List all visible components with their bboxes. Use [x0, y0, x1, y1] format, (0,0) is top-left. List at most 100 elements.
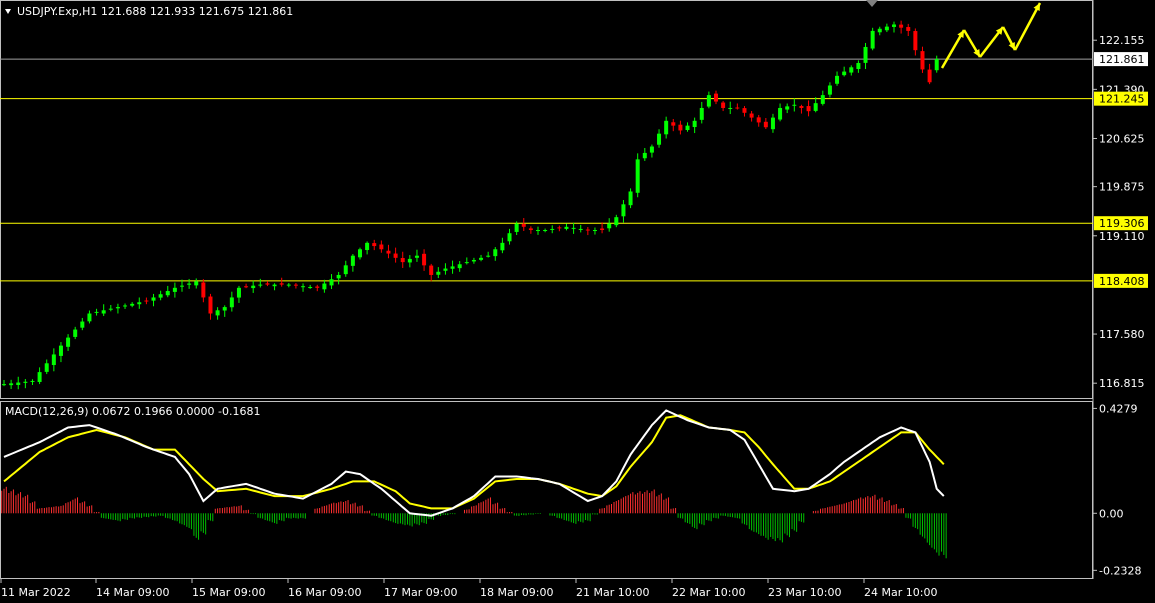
bull-candle	[778, 107, 783, 120]
bull-candle	[536, 230, 540, 232]
bull-candle	[550, 228, 555, 230]
bull-candle	[436, 271, 441, 275]
bull-candle	[80, 321, 85, 328]
price-tick-label: 120.625	[1099, 132, 1145, 145]
bear-candle	[379, 244, 384, 250]
bull-candle	[137, 302, 142, 305]
bear-candle	[521, 223, 526, 227]
time-tick-label: 17 Mar 09:00	[384, 586, 457, 599]
bear-candle	[742, 108, 747, 113]
bear-candle	[721, 102, 726, 108]
bull-candle	[236, 287, 241, 298]
bull-candle	[827, 85, 832, 95]
price-tick-label: 122.155	[1099, 34, 1145, 47]
bull-candle	[813, 103, 818, 111]
bull-candle	[251, 285, 256, 289]
time-tick-label: 14 Mar 09:00	[96, 586, 169, 599]
price-tick-label: 116.815	[1099, 377, 1145, 390]
bear-candle	[201, 282, 206, 298]
time-tick-label: 18 Mar 09:00	[480, 586, 553, 599]
bull-candle	[151, 297, 156, 301]
bull-candle	[44, 363, 49, 372]
bear-candle	[920, 51, 925, 70]
bull-candle	[770, 117, 775, 130]
bear-candle	[735, 107, 740, 109]
macd-pane-frame	[0, 401, 1093, 579]
bull-candle	[657, 133, 662, 145]
bear-candle	[422, 253, 427, 266]
bull-candle	[51, 354, 56, 366]
bull-candle	[180, 285, 184, 287]
bear-candle	[763, 121, 768, 128]
bull-candle	[2, 384, 6, 386]
time-tick-label: 11 Mar 2022	[1, 586, 71, 599]
main-pane-frame	[0, 0, 1093, 399]
bull-candle	[343, 265, 348, 275]
bull-candle	[101, 310, 106, 314]
bull-candle	[628, 191, 633, 206]
bull-candle	[358, 249, 362, 258]
bull-candle	[58, 345, 63, 356]
bear-candle	[927, 69, 932, 83]
bull-candle	[450, 266, 455, 269]
bull-candle	[215, 310, 220, 316]
bull-candle	[471, 259, 476, 262]
time-tick-label: 22 Mar 10:00	[672, 586, 745, 599]
bear-candle	[372, 243, 377, 247]
bull-candle	[286, 284, 291, 286]
scroll-marker-icon[interactable]	[866, 0, 878, 7]
bull-candle	[493, 249, 498, 257]
bear-candle	[899, 24, 904, 28]
bull-candle	[785, 106, 790, 110]
bull-candle	[258, 284, 263, 286]
bear-candle	[429, 265, 434, 275]
price-chart[interactable]: 116.815117.580119.110119.875120.625121.3…	[0, 0, 1155, 603]
bull-candle	[329, 279, 334, 286]
menu-triangle-icon[interactable]	[5, 9, 11, 14]
bear-candle	[585, 229, 590, 231]
bull-candle	[37, 372, 42, 382]
bear-candle	[806, 106, 811, 112]
bull-candle	[543, 230, 548, 232]
bear-candle	[279, 283, 284, 285]
bull-candle	[649, 146, 654, 153]
bull-candle	[934, 59, 939, 71]
bull-candle	[792, 104, 797, 106]
bull-candle	[222, 307, 227, 311]
time-axis: 11 Mar 2022 14 Mar 09:00 15 Mar 09:00 16 Ma…	[0, 579, 937, 599]
bull-candle	[115, 307, 120, 309]
bear-candle	[799, 106, 804, 108]
bull-candle	[123, 305, 128, 307]
bear-candle	[293, 284, 298, 286]
bull-candle	[130, 303, 135, 306]
bull-candle	[592, 230, 597, 232]
bull-candle	[578, 228, 583, 230]
candles	[2, 20, 939, 390]
signal-line	[3, 414, 945, 510]
bull-candle	[728, 107, 733, 109]
bear-candle	[678, 124, 683, 131]
macd-tick-label: 0.00	[1099, 507, 1124, 520]
price-axis: 116.815117.580119.110119.875120.625121.3…	[1093, 34, 1148, 577]
bull-candle	[443, 268, 448, 271]
bull-candle	[884, 26, 889, 31]
bull-candle	[685, 125, 690, 131]
bull-candle	[870, 30, 875, 49]
chart-title: USDJPY.Exp,H1 121.688 121.933 121.675 12…	[17, 5, 293, 18]
bull-candle	[486, 255, 491, 257]
arrow-segment	[1013, 2, 1042, 51]
bull-candle	[350, 255, 355, 266]
bull-candle	[66, 337, 71, 347]
level-lines	[0, 58, 1093, 282]
bull-candle	[165, 291, 170, 296]
bull-candle	[457, 264, 462, 269]
bear-candle	[906, 27, 911, 31]
bull-candle	[464, 262, 469, 264]
bear-candle	[557, 227, 562, 229]
bull-candle	[187, 283, 192, 285]
bear-candle	[714, 93, 718, 102]
bull-candle	[322, 283, 327, 290]
macd-title: MACD(12,26,9) 0.0672 0.1966 0.0000 -0.16…	[5, 405, 260, 418]
bear-candle	[671, 122, 676, 126]
bull-candle	[73, 329, 78, 337]
